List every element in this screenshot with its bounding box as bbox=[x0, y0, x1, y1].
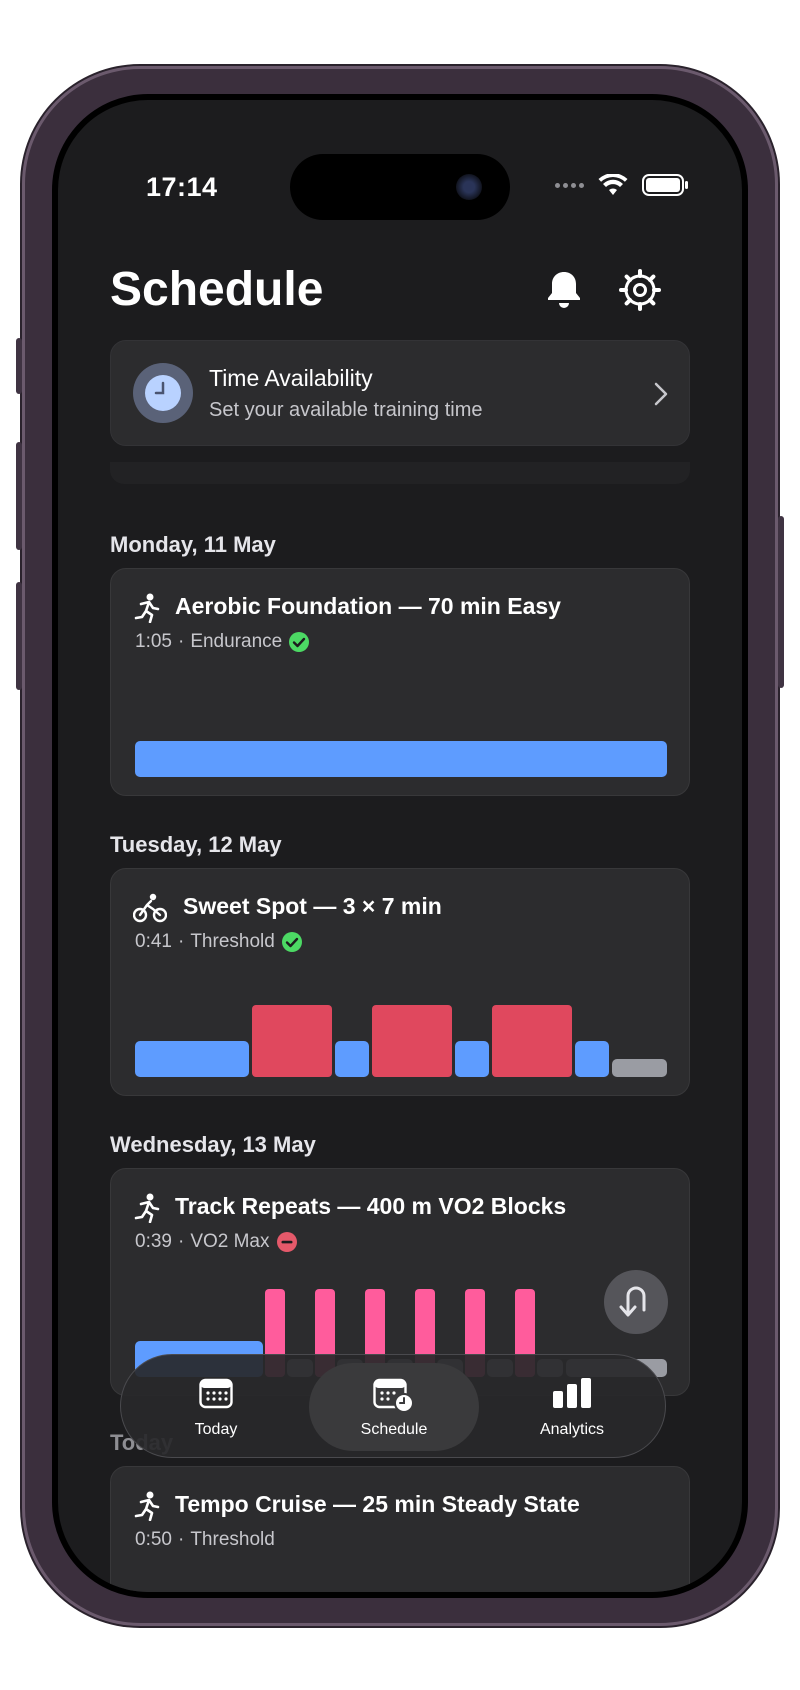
availability-title: Time Availability bbox=[209, 365, 373, 391]
meta-separator: · bbox=[177, 1231, 185, 1252]
chevron-right-icon bbox=[654, 382, 668, 406]
interval-bar bbox=[372, 1005, 452, 1077]
interval-bar bbox=[612, 1059, 667, 1077]
day-header: Monday, 11 May bbox=[110, 532, 276, 557]
workout-card-tempo-cruise[interactable]: Tempo Cruise — 25 min Steady State 0:50 … bbox=[110, 1466, 690, 1592]
cycling-icon bbox=[133, 893, 167, 923]
tab-today[interactable]: Today bbox=[131, 1363, 301, 1451]
bell-icon[interactable] bbox=[542, 268, 586, 312]
workout-type: Threshold bbox=[190, 931, 275, 952]
completed-check-icon bbox=[289, 632, 310, 652]
workout-card-sweet-spot[interactable]: Sweet Spot — 3 × 7 min 0:41 · Threshold bbox=[110, 868, 690, 1096]
interval-bar bbox=[135, 741, 667, 777]
interval-bar bbox=[492, 1005, 572, 1077]
workout-profile-chart bbox=[135, 1005, 667, 1077]
workout-card-aerobic-foundation[interactable]: Aerobic Foundation — 70 min Easy 1:05 · … bbox=[110, 568, 690, 796]
workout-type: Threshold bbox=[190, 1529, 275, 1550]
time-availability-card[interactable]: Time Availability Set your available tra… bbox=[110, 340, 690, 446]
interval-bar bbox=[252, 1005, 332, 1077]
workout-meta: 0:50 · Threshold bbox=[135, 1529, 275, 1551]
tab-label: Analytics bbox=[539, 1421, 605, 1438]
workout-profile-chart bbox=[135, 741, 667, 777]
day-header: Tuesday, 12 May bbox=[110, 832, 282, 857]
meta-separator: · bbox=[177, 1529, 185, 1550]
workout-duration: 1:05 bbox=[135, 631, 172, 652]
tab-label: Today bbox=[194, 1421, 238, 1438]
availability-subtitle: Set your available training time bbox=[209, 399, 483, 421]
undo-button[interactable] bbox=[604, 1270, 668, 1334]
workout-title: Track Repeats — 400 m VO2 Blocks bbox=[175, 1193, 567, 1219]
status-indicators bbox=[555, 174, 690, 196]
completed-check-icon bbox=[281, 932, 302, 952]
interval-bar bbox=[335, 1041, 369, 1077]
workout-meta: 0:39 · VO2 Max bbox=[135, 1231, 298, 1253]
meta-separator: · bbox=[177, 631, 185, 652]
calendar-icon bbox=[199, 1378, 233, 1409]
day-header: Wednesday, 13 May bbox=[110, 1132, 316, 1157]
workout-duration: 0:39 bbox=[135, 1231, 172, 1252]
running-icon bbox=[134, 1193, 160, 1223]
workout-duration: 0:50 bbox=[135, 1529, 172, 1550]
interval-bar bbox=[575, 1041, 609, 1077]
screen: 17:14 Schedule Time Availability Set you… bbox=[58, 100, 742, 1592]
meta-separator: · bbox=[177, 931, 185, 952]
running-icon bbox=[134, 593, 160, 623]
workout-type: Endurance bbox=[190, 631, 283, 652]
signal-icon bbox=[555, 182, 584, 188]
workout-duration: 0:41 bbox=[135, 931, 172, 952]
missed-icon bbox=[276, 1232, 297, 1252]
workout-title: Sweet Spot — 3 × 7 min bbox=[183, 893, 442, 919]
workout-title: Tempo Cruise — 25 min Steady State bbox=[175, 1491, 580, 1517]
clock-icon bbox=[133, 363, 193, 423]
calendar-clock-icon bbox=[373, 1378, 414, 1413]
tab-bar: Today Schedule Analytics bbox=[120, 1354, 666, 1458]
tab-analytics[interactable]: Analytics bbox=[487, 1363, 657, 1451]
interval-bar bbox=[455, 1041, 489, 1077]
workout-type: VO2 Max bbox=[190, 1231, 270, 1252]
bar-chart-icon bbox=[553, 1378, 591, 1408]
tab-schedule[interactable]: Schedule bbox=[309, 1363, 479, 1451]
gear-icon[interactable] bbox=[618, 268, 662, 312]
status-time: 17:14 bbox=[146, 172, 218, 202]
workout-meta: 0:41 · Threshold bbox=[135, 931, 303, 953]
tab-label: Schedule bbox=[360, 1421, 428, 1438]
battery-icon bbox=[642, 174, 688, 196]
page-title: Schedule bbox=[110, 263, 324, 316]
workout-title: Aerobic Foundation — 70 min Easy bbox=[175, 593, 561, 619]
dynamic-island bbox=[290, 154, 510, 220]
undo-arrow-icon bbox=[619, 1286, 646, 1317]
interval-bar bbox=[135, 1041, 249, 1077]
phone-frame: 17:14 Schedule Time Availability Set you… bbox=[16, 66, 784, 1626]
running-icon bbox=[134, 1491, 160, 1521]
wifi-icon bbox=[598, 174, 628, 195]
workout-meta: 1:05 · Endurance bbox=[135, 631, 310, 653]
